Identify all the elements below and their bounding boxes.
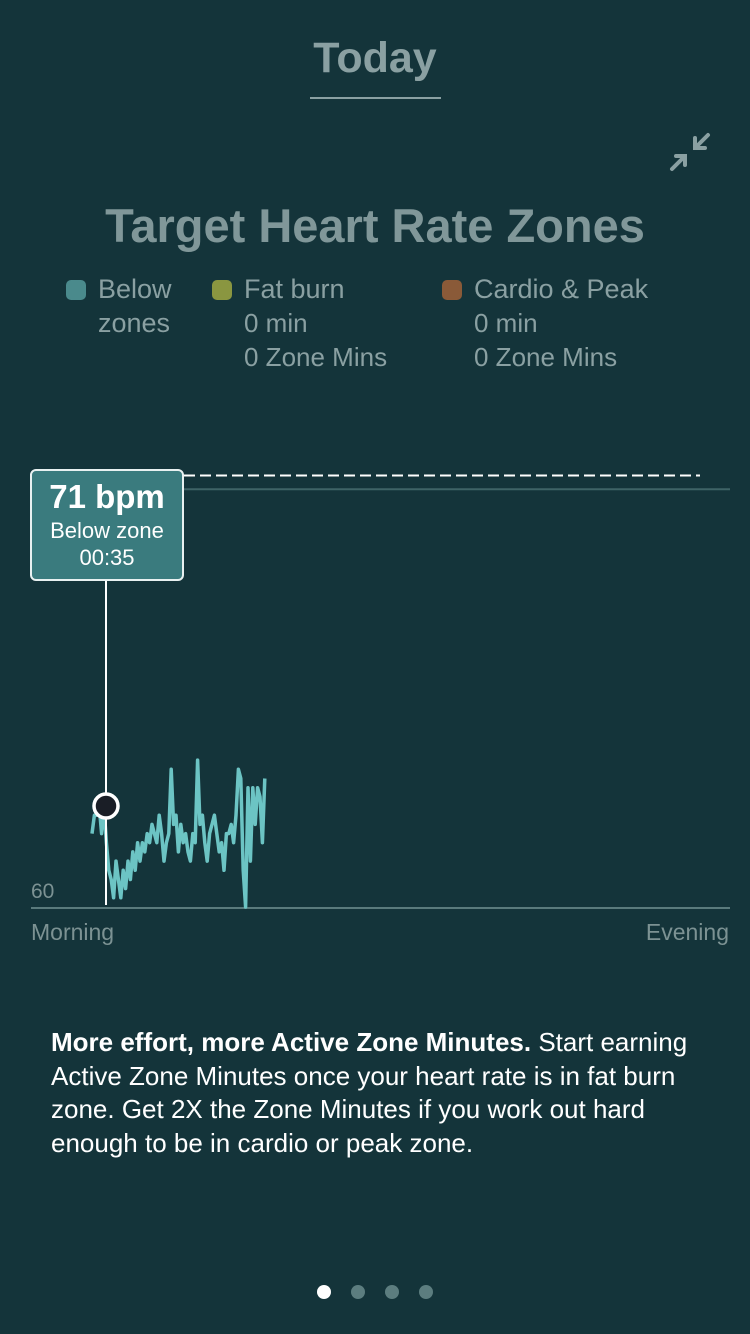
page-indicator bbox=[0, 1285, 750, 1304]
chart-title: Target Heart Rate Zones bbox=[105, 199, 645, 252]
tab-today[interactable]: Today bbox=[0, 34, 750, 83]
description-bold: More effort, more Active Zone Minutes. bbox=[51, 1027, 532, 1057]
legend-swatch-cardio bbox=[442, 280, 462, 300]
selected-point-marker bbox=[92, 792, 120, 820]
description: More effort, more Active Zone Minutes. S… bbox=[51, 1026, 721, 1160]
tooltip-bpm: 71 bpm bbox=[49, 478, 165, 515]
y-tick-label: 60 bbox=[31, 880, 55, 903]
legend-minutes: 0 min bbox=[474, 308, 538, 338]
page-dot-3[interactable] bbox=[385, 1285, 399, 1299]
page-dot-1[interactable] bbox=[317, 1285, 331, 1299]
legend-label: zones bbox=[98, 308, 171, 338]
legend-label: Below bbox=[98, 274, 172, 304]
heart-rate-line bbox=[90, 758, 267, 909]
tab-underline bbox=[310, 97, 441, 99]
collapse-button[interactable] bbox=[664, 126, 716, 178]
tooltip-time: 00:35 bbox=[79, 545, 135, 570]
heart-rate-tooltip: 71 bpm Below zone 00:35 bbox=[30, 469, 184, 581]
legend-minutes: 0 min bbox=[244, 308, 308, 338]
legend-swatch-fat-burn bbox=[212, 280, 232, 300]
legend-label: Cardio & Peak bbox=[474, 274, 649, 304]
x-tick-label-evening: Evening bbox=[645, 919, 729, 945]
legend-label: Fat burn bbox=[244, 274, 345, 304]
legend-swatch-below bbox=[66, 280, 86, 300]
x-tick-label-morning: Morning bbox=[31, 919, 115, 945]
collapse-arrows-icon bbox=[670, 133, 710, 171]
legend-zone-mins: 0 Zone Mins bbox=[244, 342, 388, 372]
legend-zone-mins: 0 Zone Mins bbox=[474, 342, 618, 372]
tooltip-zone: Below zone bbox=[50, 518, 164, 543]
page-dot-2[interactable] bbox=[351, 1285, 365, 1299]
page-dot-4[interactable] bbox=[419, 1285, 433, 1299]
